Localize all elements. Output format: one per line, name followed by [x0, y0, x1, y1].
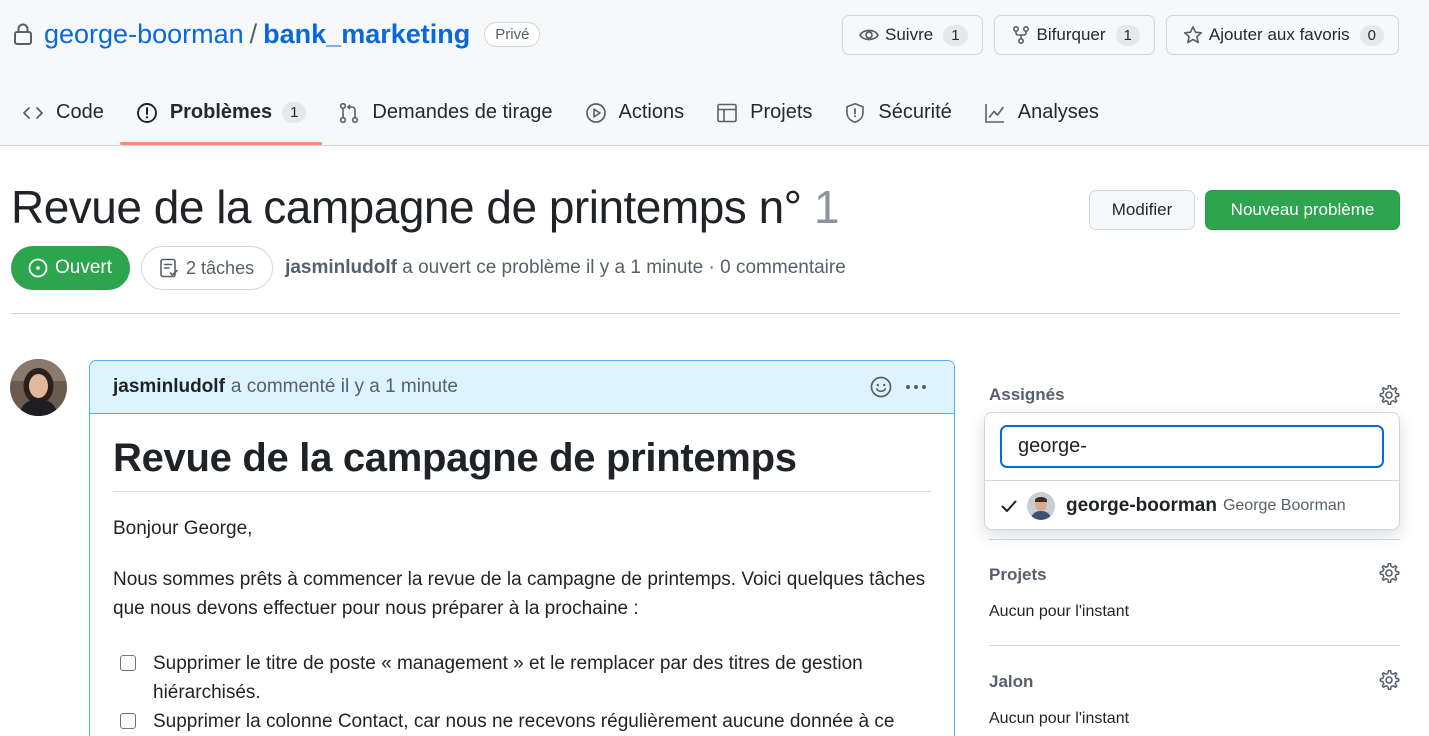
- issue-number: 1: [813, 181, 840, 233]
- repo-owner-link[interactable]: george-boorman: [44, 19, 244, 50]
- visibility-badge: Privé: [484, 21, 541, 47]
- issue-state-badge: Ouvert: [11, 246, 131, 290]
- assignee-full-name: George Boorman: [1222, 497, 1346, 514]
- gear-icon[interactable]: [1378, 384, 1400, 406]
- comment-box: jasminludolf a commenté il y a 1 minute …: [89, 360, 955, 736]
- assignee-option[interactable]: george-boorman George Boorman: [999, 491, 1346, 521]
- repo-separator: /: [249, 18, 258, 49]
- smiley-icon[interactable]: [870, 376, 892, 398]
- tasks-count: 2 tâches: [186, 257, 255, 278]
- repo-title: george-boorman / bank_marketing Privé: [12, 14, 541, 54]
- assignee-avatar: [1027, 492, 1055, 520]
- star-icon: [1183, 26, 1202, 44]
- issue-state-row: Ouvert 2 tâches jasminludolf a ouvert ce…: [11, 246, 846, 290]
- comment-greeting: Bonjour George,: [113, 518, 253, 539]
- issue-meta-text: a ouvert ce problème il y a 1 minute · 0…: [402, 257, 846, 278]
- star-count: 0: [1359, 24, 1384, 46]
- shield-icon: [846, 102, 865, 123]
- task-item: Supprimer le titre de poste « management…: [120, 649, 931, 707]
- repo-tabs: Code Problèmes 1 Demandes de tirage Acti…: [20, 90, 1115, 146]
- issue-author-link[interactable]: jasminludolf: [285, 257, 397, 278]
- repo-actions: Suivre 1 Bifurquer 1 Ajouter aux favoris…: [842, 15, 1399, 55]
- assignee-popover: george-boorman George Boorman: [984, 412, 1400, 530]
- issue-title-text: Revue de la campagne de printemps n°: [11, 181, 802, 233]
- gear-icon[interactable]: [1378, 669, 1400, 691]
- comment-timestamp: a commenté il y a 1 minute: [230, 376, 458, 397]
- task-item: Supprimer la colonne Contact, car nous n…: [120, 707, 931, 736]
- header-divider: [11, 313, 1400, 314]
- git-pull-request-icon: [340, 102, 359, 123]
- issue-opened-icon: [28, 258, 48, 278]
- sidebar-divider: [989, 539, 1400, 540]
- repo-name-link[interactable]: bank_marketing: [263, 19, 470, 50]
- checklist-icon: [160, 258, 178, 278]
- tab-code-label: Code: [56, 101, 104, 123]
- star-label: Ajouter aux favoris: [1208, 25, 1350, 44]
- sidebar-divider: [989, 645, 1400, 646]
- milestone-label: Jalon: [989, 672, 1034, 691]
- comment-heading: Revue de la campagne de printemps: [113, 436, 931, 492]
- task-checkbox[interactable]: [120, 655, 136, 671]
- issue-title: Revue de la campagne de printemps n° 1: [11, 180, 839, 234]
- assignee-search-input[interactable]: [1000, 425, 1384, 468]
- author-avatar[interactable]: [10, 359, 67, 416]
- comment-paragraph: Nous sommes prêts à commencer la revue d…: [113, 569, 926, 619]
- tab-actions-label: Actions: [618, 101, 685, 123]
- tab-insights[interactable]: Analyses: [968, 90, 1115, 135]
- task-list: Supprimer le titre de poste « management…: [113, 649, 931, 736]
- milestone-value: Aucun pour l'instant: [989, 710, 1130, 727]
- tab-insights-label: Analyses: [1017, 101, 1099, 123]
- task-text: Supprimer le titre de poste « management…: [153, 653, 863, 703]
- tab-code[interactable]: Code: [20, 90, 120, 135]
- tab-issues[interactable]: Problèmes 1: [119, 90, 323, 145]
- watch-count: 1: [943, 24, 968, 46]
- task-text: Supprimer la colonne Contact, car nous n…: [153, 711, 895, 732]
- assignees-label: Assignés: [989, 385, 1065, 404]
- gear-icon[interactable]: [1378, 562, 1400, 584]
- play-icon: [585, 102, 606, 123]
- comment-body: Revue de la campagne de printemps Bonjou…: [90, 414, 954, 736]
- watch-label: Suivre: [885, 25, 934, 44]
- check-icon: [1001, 500, 1017, 512]
- tab-issues-label: Problèmes: [169, 101, 273, 123]
- tab-pull-requests-label: Demandes de tirage: [372, 101, 553, 123]
- comment-author-link[interactable]: jasminludolf: [113, 376, 225, 398]
- edit-button[interactable]: Modifier: [1089, 190, 1195, 230]
- new-issue-button[interactable]: Nouveau problème: [1205, 190, 1400, 230]
- table-icon: [717, 103, 737, 122]
- lock-icon: [14, 23, 32, 45]
- issue-meta: jasminludolf a ouvert ce problème il y a…: [285, 257, 846, 279]
- fork-icon: [1012, 25, 1029, 45]
- code-icon: [23, 106, 43, 119]
- projects-value: Aucun pour l'instant: [989, 603, 1130, 620]
- sidebar-assignees: Assignés: [989, 385, 1400, 405]
- sidebar-milestone: Jalon Aucun pour l'instant: [989, 669, 1400, 728]
- tab-issues-count: 1: [282, 102, 307, 123]
- fork-count: 1: [1115, 24, 1140, 46]
- watch-button[interactable]: Suivre 1: [842, 15, 983, 55]
- tab-projects[interactable]: Projets: [700, 90, 828, 135]
- eye-icon: [859, 29, 879, 41]
- sidebar-projects: Projets Aucun pour l'instant: [989, 562, 1400, 621]
- popover-divider: [985, 480, 1399, 481]
- repo-header: george-boorman / bank_marketing Privé Su…: [0, 0, 1429, 146]
- fork-label: Bifurquer: [1036, 25, 1106, 44]
- tab-pull-requests[interactable]: Demandes de tirage: [322, 90, 568, 135]
- tasks-progress-pill[interactable]: 2 tâches: [141, 246, 274, 290]
- kebab-horizontal-icon[interactable]: [904, 376, 928, 398]
- tab-projects-label: Projets: [750, 101, 813, 123]
- issue-state-label: Ouvert: [55, 257, 113, 278]
- star-button[interactable]: Ajouter aux favoris 0: [1165, 15, 1399, 55]
- tab-security[interactable]: Sécurité: [828, 90, 967, 135]
- task-checkbox[interactable]: [120, 713, 136, 729]
- tab-actions[interactable]: Actions: [569, 90, 701, 135]
- graph-icon: [984, 103, 1004, 123]
- author-avatar-image: [10, 359, 67, 416]
- fork-button[interactable]: Bifurquer 1: [993, 15, 1155, 55]
- assignee-login: george-boorman: [1066, 495, 1217, 516]
- projects-label: Projets: [989, 565, 1047, 584]
- issue-opened-icon: [136, 102, 157, 123]
- comment-header: jasminludolf a commenté il y a 1 minute: [90, 361, 954, 414]
- tab-security-label: Sécurité: [878, 101, 952, 123]
